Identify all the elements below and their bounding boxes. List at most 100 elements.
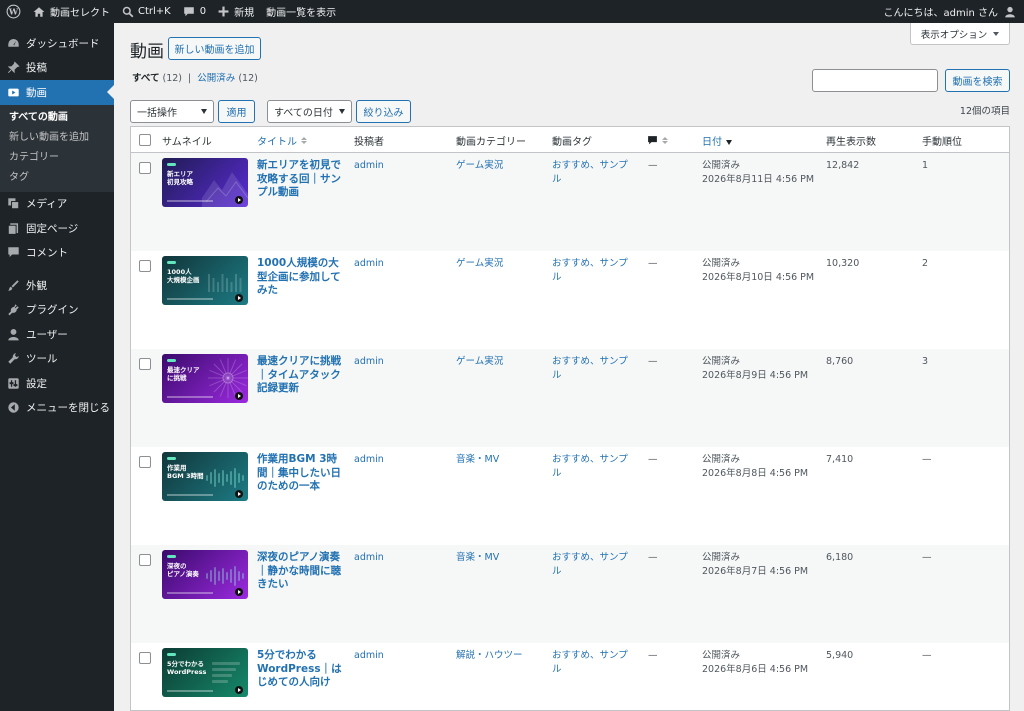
category-link[interactable]: ゲーム実況 xyxy=(456,159,503,173)
author-link[interactable]: admin xyxy=(354,257,384,271)
tags-link[interactable]: おすすめ、サンプル xyxy=(552,355,634,382)
row-checkbox[interactable] xyxy=(139,456,151,468)
filter-separator: | xyxy=(188,73,192,84)
menu-appearance[interactable]: 外観 xyxy=(0,273,114,298)
video-title-link[interactable]: 1000人規模の大型企画に参加してみた xyxy=(257,257,343,298)
menu-settings[interactable]: 設定 xyxy=(0,371,114,396)
tags-link[interactable]: おすすめ、サンプル xyxy=(552,649,634,676)
publish-date: 2026年8月11日 4:56 PM xyxy=(702,173,815,185)
category-link[interactable]: ゲーム実況 xyxy=(456,257,503,271)
command-palette-link[interactable]: Ctrl+K xyxy=(116,0,177,23)
comment-icon xyxy=(183,6,194,16)
menu-videos[interactable]: 動画 xyxy=(0,80,114,105)
author-link[interactable]: admin xyxy=(354,649,384,663)
category-link[interactable]: 音楽・MV xyxy=(456,551,499,565)
new-content-link[interactable]: 新規 xyxy=(212,0,260,23)
video-title-link[interactable]: 新エリアを初見で攻略する回｜サンプル動画 xyxy=(257,159,343,200)
view-count: 6,180 xyxy=(826,552,854,563)
search-input[interactable] xyxy=(812,69,938,92)
row-checkbox[interactable] xyxy=(139,554,151,566)
sort-icon xyxy=(662,136,668,144)
apply-button[interactable]: 適用 xyxy=(218,100,255,123)
category-link[interactable]: 音楽・MV xyxy=(456,453,499,467)
tags-link[interactable]: おすすめ、サンプル xyxy=(552,551,634,578)
comments-link[interactable]: 0 xyxy=(177,0,212,23)
col-comments[interactable] xyxy=(647,127,668,153)
video-thumbnail[interactable]: 最速クリア に挑戦 xyxy=(162,354,248,403)
bulk-action-select[interactable]: 一括操作 xyxy=(130,100,214,123)
sort-desc-icon xyxy=(726,136,732,145)
menu-collapse[interactable]: メニューを閉じる xyxy=(0,396,114,421)
publish-date: 2026年8月6日 4:56 PM xyxy=(702,663,809,675)
author-link[interactable]: admin xyxy=(354,355,384,369)
add-new-video-button[interactable]: 新しい動画を追加 xyxy=(168,37,261,60)
screen-options-button[interactable]: 表示オプション xyxy=(910,23,1010,45)
menu-comments[interactable]: コメント xyxy=(0,241,114,266)
my-account-link[interactable]: こんにちは、admin さん xyxy=(877,0,1016,23)
thumbnail-title: 1000人 大規模企画 xyxy=(167,268,200,284)
menu-tools[interactable]: ツール xyxy=(0,347,114,372)
view-list-link[interactable]: 動画一覧を表示 xyxy=(260,0,342,23)
video-thumbnail[interactable]: 深夜の ピアノ演奏 xyxy=(162,550,248,599)
row-checkbox[interactable] xyxy=(139,652,151,664)
play-icon xyxy=(235,196,243,204)
thumbnail-footer xyxy=(167,494,213,496)
manual-order: 3 xyxy=(922,356,929,367)
caret-down-icon xyxy=(993,31,1000,36)
table-header: サムネイル タイトル 投稿者 動画カテゴリー 動画タグ 日付 再生表示数 手動順… xyxy=(131,127,1009,153)
view-count: 8,760 xyxy=(826,356,854,367)
tags-link[interactable]: おすすめ、サンプル xyxy=(552,257,634,284)
filter-all[interactable]: すべて xyxy=(132,73,159,84)
tags-link[interactable]: おすすめ、サンプル xyxy=(552,159,634,186)
filter-button[interactable]: 絞り込み xyxy=(356,100,411,123)
row-checkbox[interactable] xyxy=(139,358,151,370)
video-title-link[interactable]: 作業用BGM 3時間｜集中したい日のための一本 xyxy=(257,453,343,494)
site-name-link[interactable]: 動画セレクト xyxy=(27,0,116,23)
menu-label: メディア xyxy=(26,198,68,211)
menu-label: 投稿 xyxy=(26,62,47,75)
menu-media[interactable]: メディア xyxy=(0,192,114,217)
wordpress-logo-icon[interactable]: W xyxy=(0,0,27,23)
video-thumbnail[interactable]: 1000人 大規模企画 xyxy=(162,256,248,305)
video-thumbnail[interactable]: 5分でわかる WordPress xyxy=(162,648,248,697)
video-title-link[interactable]: 最速クリアに挑戦｜タイムアタック記録更新 xyxy=(257,355,343,396)
menu-plugins[interactable]: プラグイン xyxy=(0,298,114,323)
manual-order: — xyxy=(922,454,932,465)
menu-users[interactable]: ユーザー xyxy=(0,322,114,347)
select-all-checkbox[interactable] xyxy=(139,134,151,146)
menu-pages[interactable]: 固定ページ xyxy=(0,216,114,241)
col-date[interactable]: 日付 xyxy=(702,127,732,153)
submenu-categories[interactable]: カテゴリー xyxy=(0,148,114,168)
category-link[interactable]: ゲーム実況 xyxy=(456,355,503,369)
video-thumbnail[interactable]: 作業用 BGM 3時間 xyxy=(162,452,248,501)
view-list-label: 動画一覧を表示 xyxy=(266,8,337,19)
author-link[interactable]: admin xyxy=(354,453,384,467)
thumbnail-title: 作業用 BGM 3時間 xyxy=(167,464,204,480)
menu-dashboard[interactable]: ダッシュボード xyxy=(0,31,114,56)
video-thumbnail[interactable]: 新エリア 初見攻略 xyxy=(162,158,248,207)
search-videos-button[interactable]: 動画を検索 xyxy=(945,69,1010,92)
filter-published[interactable]: 公開済み xyxy=(197,73,235,84)
submenu-add-new[interactable]: 新しい動画を追加 xyxy=(0,128,114,148)
page-icon xyxy=(6,221,20,235)
row-checkbox[interactable] xyxy=(139,162,151,174)
submenu-tags[interactable]: タグ xyxy=(0,168,114,188)
table-row: 5分でわかる WordPress 5分でわかるWordPress｜はじめての人向け… xyxy=(131,643,1009,710)
menu-posts[interactable]: 投稿 xyxy=(0,56,114,81)
thumbnail-badge xyxy=(167,261,176,264)
publish-date: 2026年8月9日 4:56 PM xyxy=(702,369,809,381)
table-row: 最速クリア に挑戦 最速クリアに挑戦｜タイムアタック記録更新 admin ゲーム実況 お… xyxy=(131,349,1009,447)
submenu-all-videos[interactable]: すべての動画 xyxy=(0,108,114,128)
thumbnail-footer xyxy=(167,690,213,692)
video-title-link[interactable]: 深夜のピアノ演奏｜静かな時間に聴きたい xyxy=(257,551,343,592)
col-title[interactable]: タイトル xyxy=(257,127,307,153)
author-link[interactable]: admin xyxy=(354,551,384,565)
author-link[interactable]: admin xyxy=(354,159,384,173)
menu-label: ツール xyxy=(26,353,58,366)
date-filter-select[interactable]: すべての日付 xyxy=(267,100,352,123)
tags-link[interactable]: おすすめ、サンプル xyxy=(552,453,634,480)
category-link[interactable]: 解説・ハウツー xyxy=(456,649,523,663)
admin-sidebar: ダッシュボード 投稿 動画 すべての動画 新しい動画を追加 カテゴリー タグ メ… xyxy=(0,23,114,711)
row-checkbox[interactable] xyxy=(139,260,151,272)
video-title-link[interactable]: 5分でわかるWordPress｜はじめての人向け xyxy=(257,649,343,690)
